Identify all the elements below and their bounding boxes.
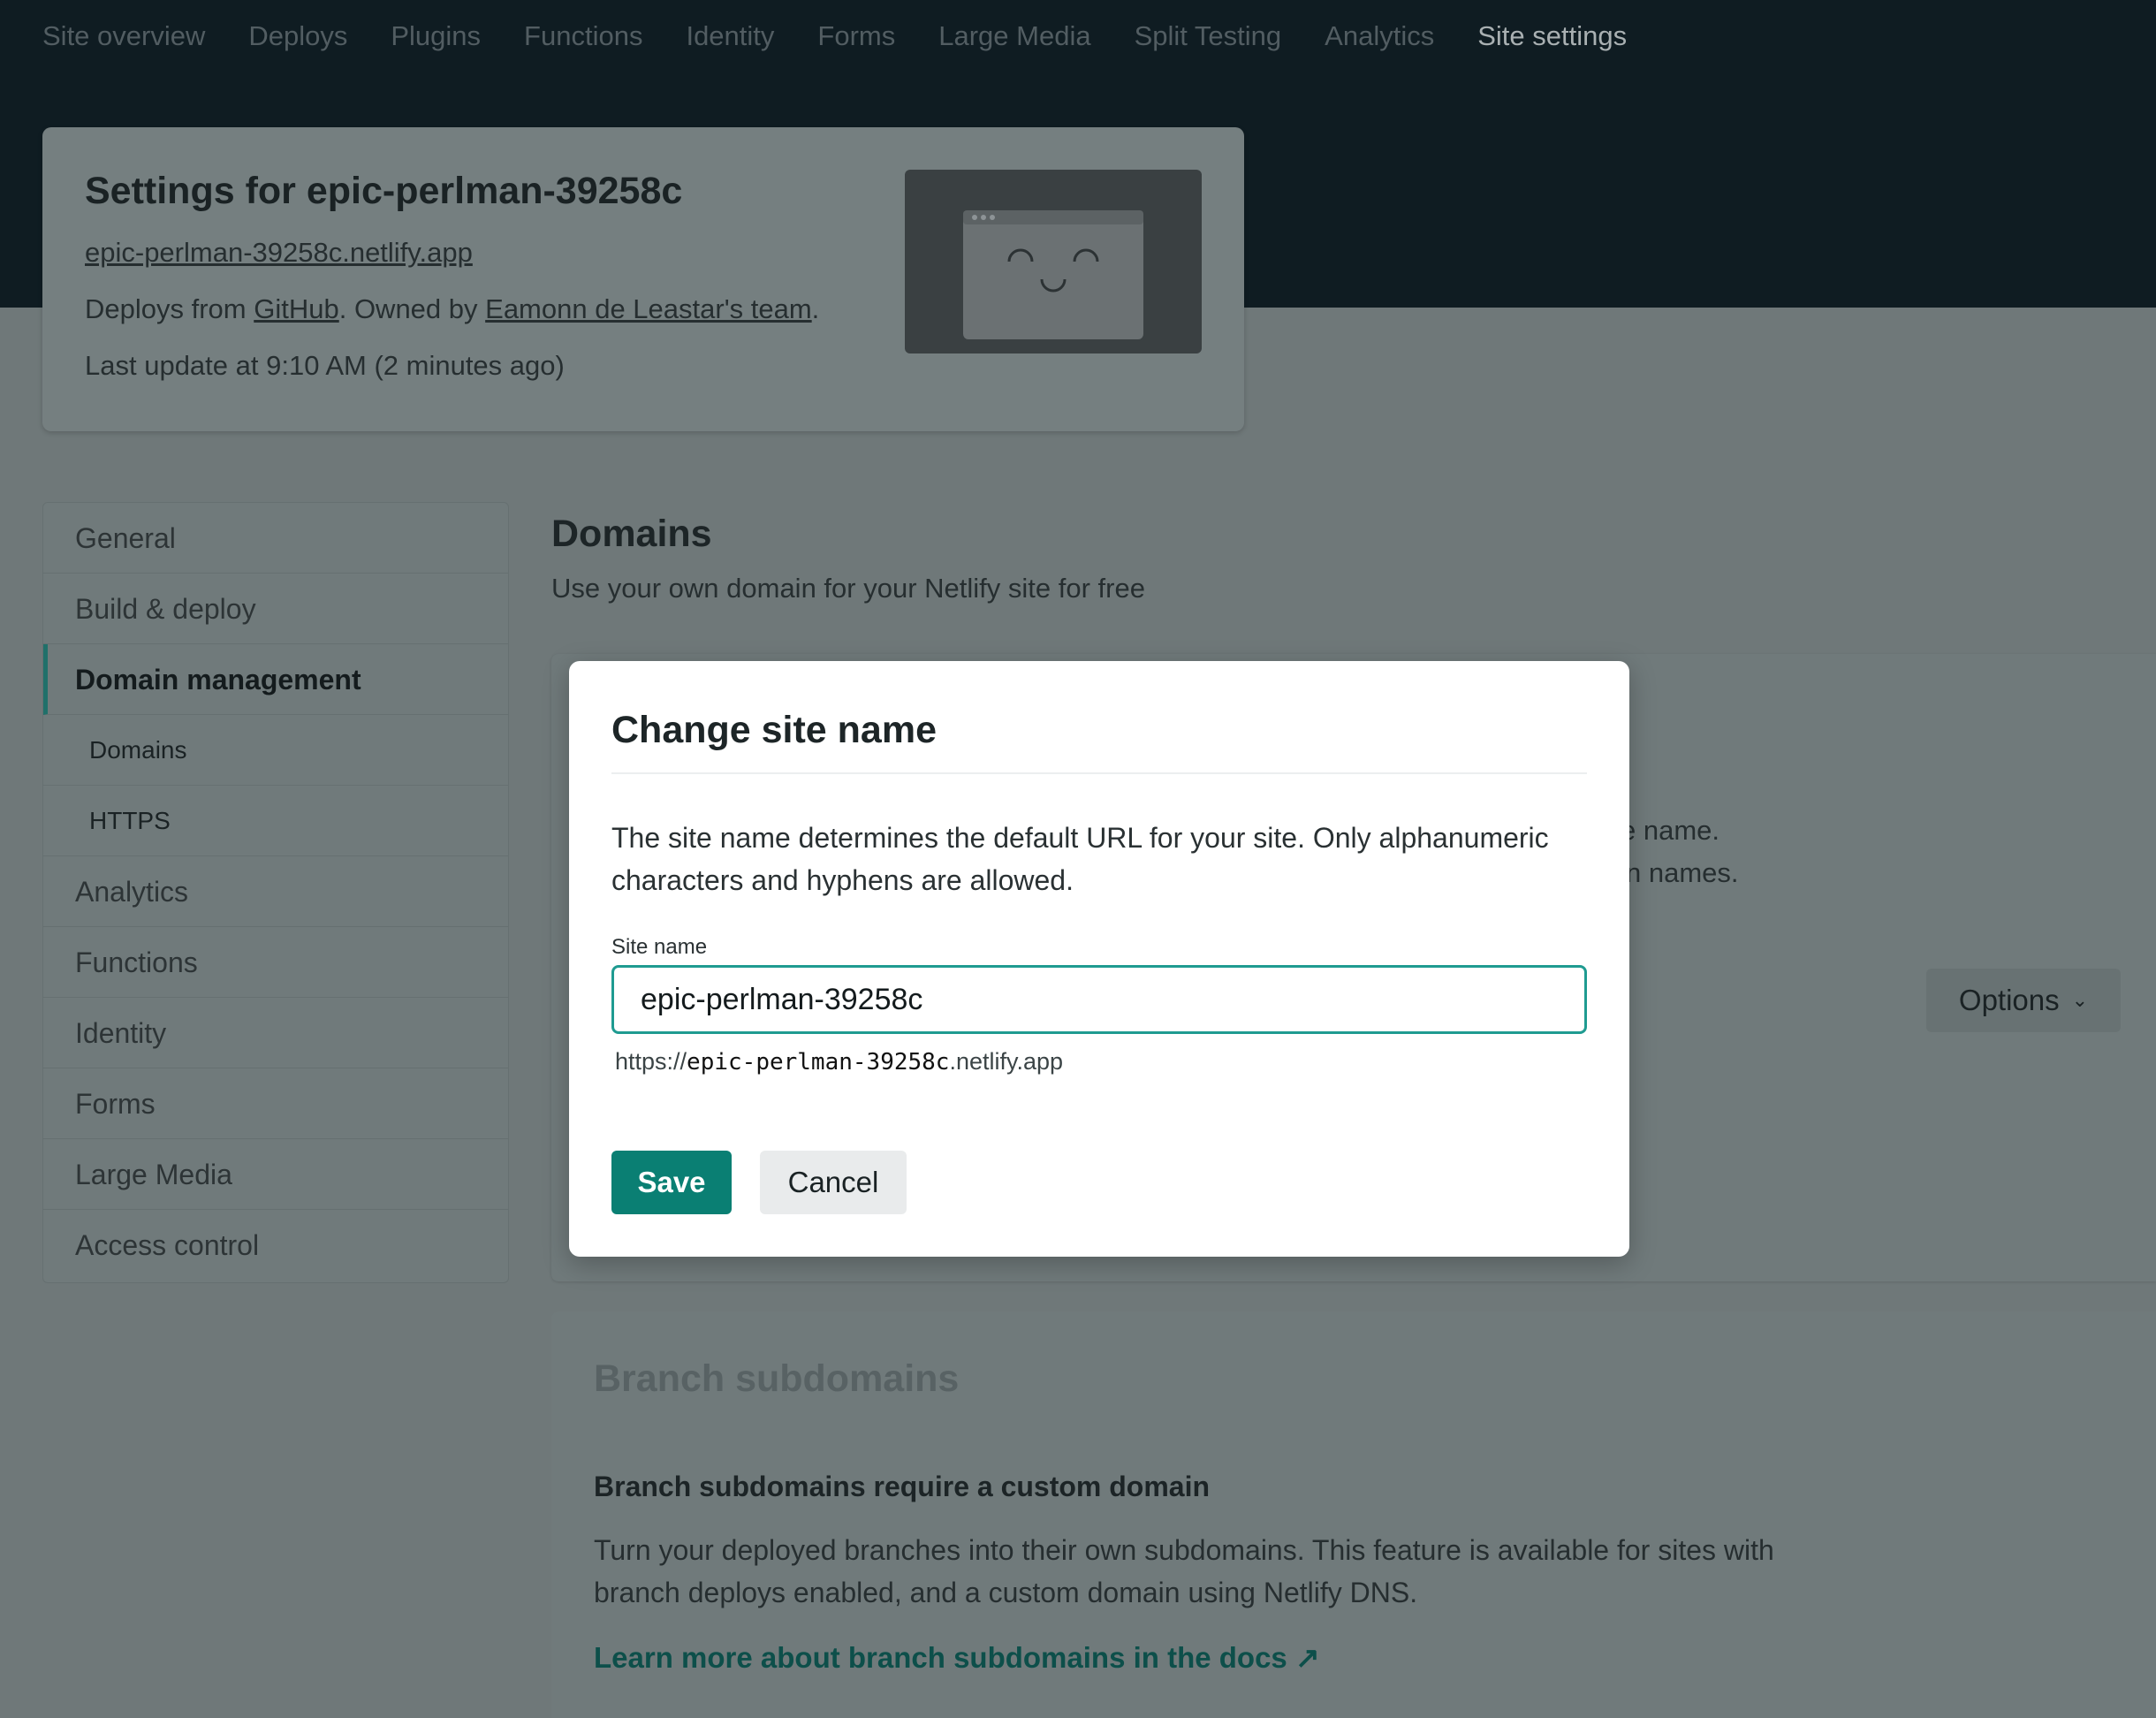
change-site-name-modal: Change site name The site name determine… [569, 661, 1629, 1257]
deploys-prefix: Deploys from [85, 293, 254, 324]
sidebar-item-label: General [75, 522, 176, 554]
sidebar-item-label: Functions [75, 946, 198, 978]
sidebar-item-general[interactable]: General [43, 503, 508, 574]
nav-split-testing[interactable]: Split Testing [1135, 16, 1282, 57]
branch-subdomains-description: Turn your deployed branches into their o… [594, 1534, 1774, 1608]
nav-site-overview[interactable]: Site overview [42, 16, 205, 57]
sidebar-item-label: Large Media [75, 1159, 232, 1190]
url-preview-prefix: https:// [615, 1048, 687, 1075]
url-preview-name: epic-perlman-39258c [687, 1049, 950, 1076]
background-text-line1: e name. [1621, 815, 1720, 846]
site-name-label: Site name [611, 935, 708, 959]
sidebar-subitem-domains[interactable]: Domains [43, 715, 508, 786]
branch-subdomains-card: Branch subdomains Branch subdomains requ… [551, 1311, 2156, 1718]
sidebar-item-label: Access control [75, 1229, 260, 1261]
branch-subdomains-subtitle: Branch subdomains require a custom domai… [594, 1471, 1211, 1502]
nav-site-settings[interactable]: Site settings [1477, 16, 1627, 57]
branch-subdomains-title: Branch subdomains [594, 1357, 960, 1400]
nav-deploys[interactable]: Deploys [248, 16, 347, 57]
save-button[interactable]: Save [611, 1151, 732, 1214]
last-update-text: Last update at 9:10 AM (2 minutes ago) [85, 350, 565, 381]
page-title: Domains [551, 513, 712, 555]
site-url-link[interactable]: epic-perlman-39258c.netlify.app [85, 237, 473, 269]
nav-analytics[interactable]: Analytics [1325, 16, 1434, 57]
url-preview-suffix: .netlify.app [949, 1048, 1064, 1075]
github-link[interactable]: GitHub [254, 293, 338, 324]
site-thumbnail[interactable] [905, 170, 1202, 353]
sidebar-item-label: Analytics [75, 876, 189, 908]
sidebar-item-access-control[interactable]: Access control [43, 1210, 508, 1281]
options-label: Options [1958, 984, 2060, 1016]
nav-plugins[interactable]: Plugins [391, 16, 481, 57]
site-name-input[interactable] [611, 965, 1587, 1034]
options-button[interactable]: Options ⌄ [1926, 969, 2121, 1032]
modal-divider [611, 772, 1587, 774]
settings-sidebar: General Build & deploy Domain management… [42, 502, 509, 1283]
modal-title: Change site name [611, 709, 937, 751]
sidebar-item-label: Build & deploy [75, 593, 256, 625]
browser-window-smiley-icon [963, 210, 1143, 339]
sidebar-item-build-deploy[interactable]: Build & deploy [43, 574, 508, 644]
owned-prefix: . Owned by [338, 293, 486, 324]
sidebar-item-label: HTTPS [89, 807, 171, 834]
chevron-down-icon: ⌄ [2071, 989, 2089, 1011]
nav-functions[interactable]: Functions [524, 16, 642, 57]
sidebar-item-forms[interactable]: Forms [43, 1068, 508, 1139]
sidebar-item-label: Forms [75, 1088, 156, 1120]
sidebar-item-large-media[interactable]: Large Media [43, 1139, 508, 1210]
sidebar-item-domain-management[interactable]: Domain management [43, 644, 508, 715]
team-link[interactable]: Eamonn de Leastar's team [485, 293, 812, 324]
url-preview: https://epic-perlman-39258c.netlify.app [615, 1048, 1063, 1076]
nav-identity[interactable]: Identity [686, 16, 774, 57]
sidebar-subitem-https[interactable]: HTTPS [43, 786, 508, 856]
modal-description: The site name determines the default URL… [611, 822, 1549, 896]
sidebar-item-identity[interactable]: Identity [43, 998, 508, 1068]
page-subtitle: Use your own domain for your Netlify sit… [551, 573, 1145, 604]
site-settings-title: Settings for epic-perlman-39258c [85, 170, 683, 212]
site-info-card: Settings for epic-perlman-39258c epic-pe… [42, 127, 1244, 431]
nav-forms[interactable]: Forms [817, 16, 895, 57]
sidebar-item-label: Domain management [75, 664, 361, 696]
nav-large-media[interactable]: Large Media [938, 16, 1090, 57]
branch-docs-link[interactable]: Learn more about branch subdomains in th… [594, 1640, 1320, 1675]
background-text-line2: n names. [1626, 857, 1739, 888]
deploy-source-line: Deploys from GitHub. Owned by Eamonn de … [85, 293, 819, 325]
cancel-button[interactable]: Cancel [760, 1151, 907, 1214]
sidebar-item-label: Identity [75, 1017, 167, 1049]
owner-suffix: . [811, 293, 820, 324]
sidebar-item-analytics[interactable]: Analytics [43, 856, 508, 927]
sidebar-item-functions[interactable]: Functions [43, 927, 508, 998]
sidebar-item-label: Domains [89, 736, 187, 764]
top-navigation: Site overview Deploys Plugins Functions … [42, 16, 1670, 57]
